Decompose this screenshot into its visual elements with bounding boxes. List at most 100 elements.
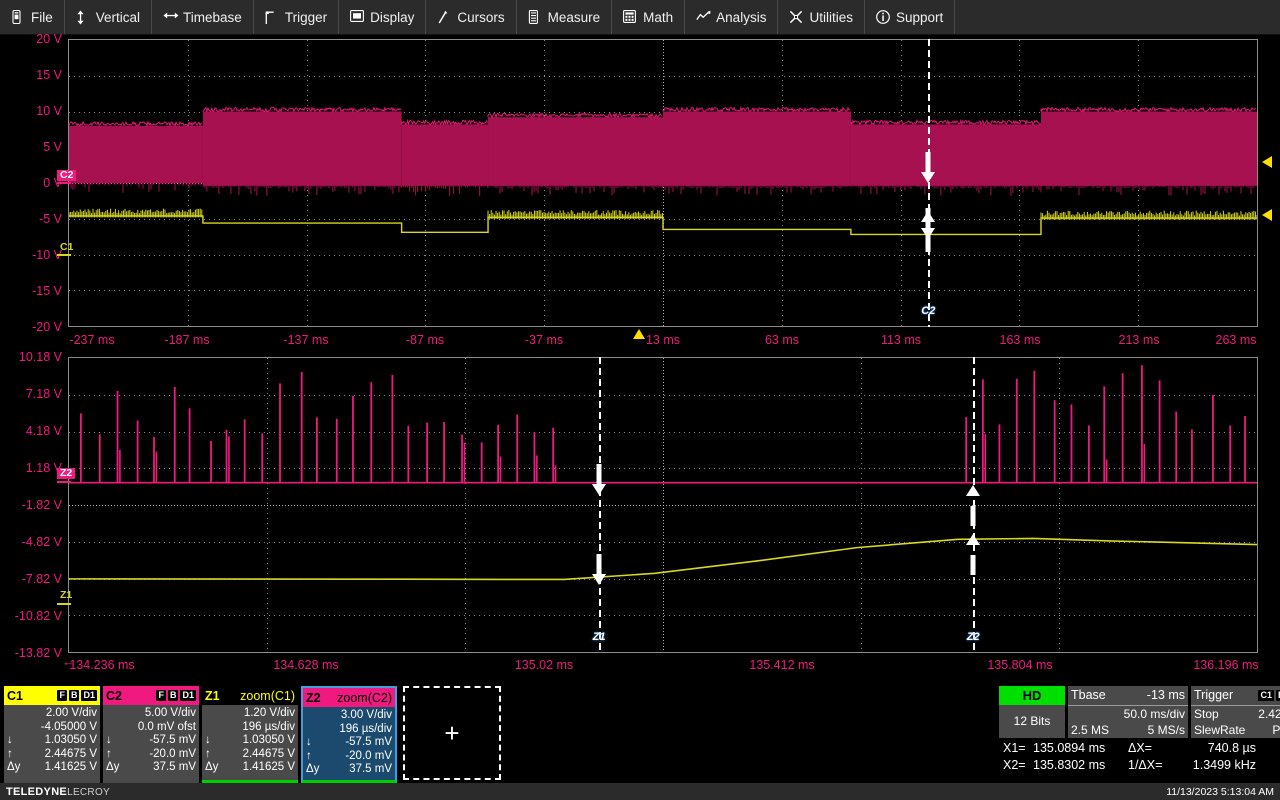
main-x-tick-label: -37 ms: [525, 333, 563, 347]
descriptor-badges: FBD1: [156, 690, 196, 701]
menu-item-analysis[interactable]: Analysis: [685, 0, 778, 34]
descriptor-row-value: 1.03050 V: [13, 734, 97, 748]
main-x-tick-label: -187 ms: [164, 333, 209, 347]
add-trace-button[interactable]: +: [403, 686, 501, 780]
menu-item-cursors[interactable]: Cursors: [426, 0, 516, 34]
badge-d1[interactable]: D1: [180, 690, 196, 701]
menu-item-vertical[interactable]: Vertical: [65, 0, 152, 34]
menu-item-math[interactable]: Math: [612, 0, 685, 34]
descriptor-name: Z1: [205, 689, 220, 703]
zoom-y-tick-label: -13.82 V: [15, 646, 62, 660]
hd-title: HD: [999, 686, 1065, 705]
zoom-trace-badge-z2[interactable]: Z2: [57, 468, 75, 479]
main-x-tick-label: -237 ms: [69, 333, 114, 347]
trigger-badge-dc[interactable]: DC: [1276, 690, 1280, 701]
zoom-x-tick-label: 135.412 ms: [749, 658, 814, 672]
descriptor-header[interactable]: C2FBD1: [103, 686, 199, 705]
descriptor-header[interactable]: Z2zoom(C2): [303, 688, 395, 707]
menu-item-label: Cursors: [457, 10, 504, 25]
analysis-icon: [696, 10, 710, 25]
cursor-arrow-up-icon[interactable]: [966, 485, 980, 496]
zoom-trace-badge-z1[interactable]: Z1: [57, 590, 75, 601]
descriptor-row-value: 37.5 mV: [319, 763, 392, 777]
timebase-box[interactable]: Tbase -13 ms 50.0 ms/div 2.5 MS 5 MS/s: [1068, 686, 1188, 738]
trace-badge-c1[interactable]: C1: [57, 242, 76, 253]
zoom-trace-offset-indicator[interactable]: [57, 481, 71, 483]
menu-item-label: Display: [370, 10, 414, 25]
descriptor-z1[interactable]: Z1zoom(C1)1.20 V/div196 µs/div↓1.03050 V…: [202, 686, 298, 783]
trigger-badge-c1[interactable]: C1: [1258, 690, 1274, 701]
cursor-arrow-down-icon[interactable]: [592, 574, 606, 585]
menu-item-utilities[interactable]: Utilities: [778, 0, 865, 34]
descriptor-row-key: Δy: [106, 761, 119, 775]
badge-b[interactable]: B: [69, 690, 80, 701]
descriptor-row: ↑-20.0 mV: [306, 750, 392, 764]
x2-label: X2=: [1003, 757, 1033, 774]
descriptor-row-value: 1.41625 V: [20, 761, 97, 775]
trigger-position-marker[interactable]: [633, 329, 645, 339]
cursor-level-marker-top[interactable]: [1262, 156, 1272, 168]
badge-b[interactable]: B: [168, 690, 179, 701]
menu-item-label: Utilities: [809, 10, 853, 25]
menu-item-file[interactable]: File: [0, 0, 65, 34]
menu-item-label: Math: [643, 10, 673, 25]
zoom-x-tick-label: 134.236 ms: [69, 658, 134, 672]
timebase-header: Tbase -13 ms: [1068, 686, 1188, 706]
trigger-slope-icon: [265, 10, 279, 25]
zoom-y-tick-label: -4.82 V: [22, 535, 62, 549]
descriptor-row-key: Δy: [205, 761, 218, 775]
timebase-delay: -13 ms: [1147, 686, 1185, 705]
badge-f[interactable]: F: [156, 690, 166, 701]
menu-item-timebase[interactable]: Timebase: [152, 0, 254, 34]
hd-mode-box[interactable]: HD 12 Bits: [999, 686, 1065, 738]
descriptor-z2[interactable]: Z2zoom(C2)3.00 V/div196 µs/div↓-57.5 mV↑…: [301, 686, 397, 783]
main-y-tick-label: 15 V: [36, 68, 62, 82]
zoom-x-tick-label: 134.628 ms: [273, 658, 338, 672]
menu-item-measure[interactable]: Measure: [517, 0, 613, 34]
cursor-arrow-down-icon[interactable]: [592, 484, 606, 495]
brand-logo: TELEDYNELECROY: [6, 786, 110, 798]
measure-icon: [528, 10, 542, 25]
trace-offset-indicator[interactable]: [57, 182, 71, 184]
cursor-arrow-down-icon[interactable]: [921, 228, 935, 239]
main-acquisition-grid[interactable]: [68, 39, 1258, 327]
cursor-arrow-down-icon[interactable]: [921, 172, 935, 183]
badge-d1[interactable]: D1: [81, 690, 97, 701]
zoom-trace-offset-indicator[interactable]: [57, 603, 71, 605]
descriptor-row: ↑-20.0 mV: [106, 748, 196, 762]
descriptor-c2[interactable]: C2FBD15.00 V/div0.0 mV ofst↓-57.5 mV↑-20…: [103, 686, 199, 783]
menu-item-display[interactable]: Display: [339, 0, 426, 34]
descriptor-row-value: 37.5 mV: [119, 761, 196, 775]
zoom-y-tick-label: -7.82 V: [22, 572, 62, 586]
menu-item-trigger[interactable]: Trigger: [254, 0, 339, 34]
descriptor-row: ↓-57.5 mV: [306, 736, 392, 750]
main-y-tick-label: 5 V: [43, 140, 62, 154]
utilities-icon: [789, 10, 803, 25]
cursor-level-marker-bottom[interactable]: [1262, 209, 1272, 221]
x1-value: 135.0894 ms: [1033, 740, 1128, 757]
descriptor-row: -4.05000 V: [7, 721, 97, 735]
descriptor-header[interactable]: Z1 zoom(C1): [202, 686, 298, 705]
descriptor-row-key: Δy: [306, 763, 319, 777]
descriptor-row: ↑2.44675 V: [205, 748, 295, 762]
plus-icon: +: [444, 720, 459, 746]
menu-item-support[interactable]: Support: [865, 0, 955, 34]
cursor-line-z1[interactable]: [599, 357, 601, 653]
main-y-tick-label: -15 V: [32, 284, 62, 298]
descriptor-c1[interactable]: C1FBD12.00 V/div-4.05000 V↓1.03050 V↑2.4…: [4, 686, 100, 783]
cursor-line-z2[interactable]: [973, 357, 975, 653]
descriptor-row-value: 0.0 mV ofst: [106, 721, 196, 735]
cursor-line-c2[interactable]: [928, 39, 930, 327]
cursor-arrow-up-icon[interactable]: [966, 534, 980, 545]
main-x-tick-label: 263 ms: [1216, 333, 1257, 347]
descriptor-header[interactable]: C1FBD1: [4, 686, 100, 705]
trace-offset-indicator[interactable]: [57, 254, 71, 256]
main-x-tick-label: 13 ms: [646, 333, 680, 347]
trigger-state-row: Stop 2.42 V: [1191, 706, 1280, 722]
zoom-grid[interactable]: [68, 357, 1258, 653]
trigger-box[interactable]: Trigger C1DC Stop 2.42 V SlewRate Pos: [1191, 686, 1280, 738]
badge-f[interactable]: F: [57, 690, 67, 701]
descriptor-source: zoom(C1): [240, 689, 295, 703]
menu-item-label: File: [31, 10, 53, 25]
trace-badge-c2[interactable]: C2: [57, 170, 76, 181]
